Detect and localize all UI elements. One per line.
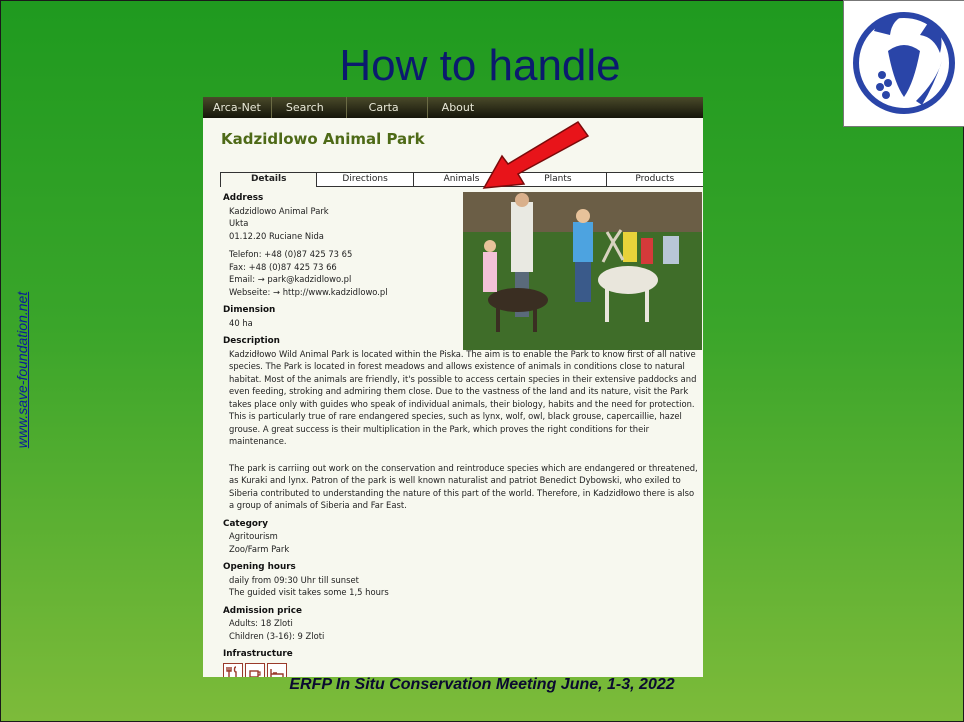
details-panel: Address Kadzidlowo Animal Park Ukta 01.1… (223, 192, 699, 677)
category-item: Zoo/Farm Park (229, 543, 290, 554)
fax-text: Fax: +48 (0)87 425 73 66 (229, 261, 337, 272)
logo (843, 0, 964, 127)
description-paragraph-2: The park is carriing out work on the con… (229, 462, 698, 511)
address-line: 01.12.20 Ruciane Nida (229, 230, 324, 241)
tab-products[interactable]: Products (605, 172, 703, 186)
top-nav: Arca-Net Search Carta About (203, 97, 703, 118)
dimension-value: 40 ha (229, 317, 253, 328)
slide-title: How to handle (339, 41, 621, 90)
red-pointer-arrow (482, 121, 590, 189)
infrastructure-icons (223, 662, 699, 677)
address-heading: Address (223, 193, 264, 203)
phone-text: Telefon: +48 (0)87 425 73 65 (229, 249, 353, 259)
restaurant-icon (223, 662, 243, 677)
nav-item-carta[interactable]: Carta (347, 97, 428, 118)
email-link[interactable]: Email: → park@kadzidlowo.pl (223, 273, 699, 286)
dimension-heading: Dimension (223, 305, 276, 315)
opening-hours-line: daily from 09:30 Uhr till sunset (229, 574, 359, 585)
coffee-icon (245, 662, 265, 677)
address-line: Ukta (229, 218, 249, 228)
category-heading: Category (223, 518, 268, 529)
side-link-text[interactable]: www.save-foundation.net (14, 292, 30, 448)
website-link[interactable]: Webseite: → http://www.kadzidlowo.pl (223, 286, 699, 299)
admission-line: Adults: 18 Zloti (229, 618, 293, 628)
slide-footer: ERFP In Situ Conservation Meeting June, … (289, 676, 675, 693)
description-paragraph-1: Kadzidłowo Wild Animal Park is located w… (229, 348, 697, 447)
tab-directions[interactable]: Directions (316, 172, 414, 186)
admission-heading: Admission price (223, 605, 302, 616)
side-link[interactable]: www.save-foundation.net (0, 270, 44, 470)
nav-item-arca-net[interactable]: Arca-Net (203, 97, 272, 118)
nav-item-search[interactable]: Search (272, 97, 347, 118)
admission-line: Children (3-16): 9 Zloti (229, 630, 325, 641)
category-item: Agritourism (229, 531, 278, 541)
address-line: Kadzidlowo Animal Park (229, 205, 329, 216)
tab-bar: Details Directions Animals Plants Produc… (220, 172, 703, 187)
opening-hours-line: The guided visit takes some 1,5 hours (229, 587, 389, 597)
park-title: Kadzidlowo Animal Park (221, 130, 425, 148)
bed-icon (267, 662, 287, 677)
logo-emblem (853, 12, 955, 114)
nav-item-about[interactable]: About (428, 97, 489, 118)
opening-hours-heading: Opening hours (223, 562, 296, 572)
description-heading: Description (223, 336, 280, 346)
infrastructure-heading: Infrastructure (223, 649, 293, 659)
tab-details[interactable]: Details (220, 172, 318, 187)
web-screenshot: Arca-Net Search Carta About Kadzidlowo A… (203, 97, 703, 677)
